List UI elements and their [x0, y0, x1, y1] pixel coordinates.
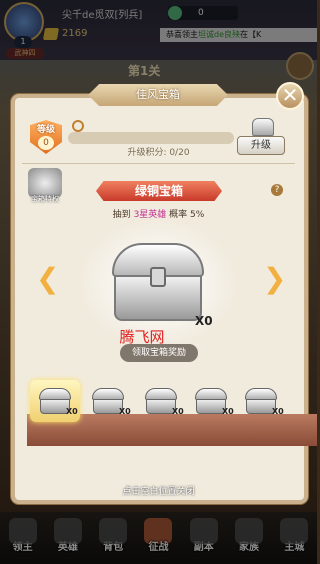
search-icon — [72, 120, 84, 132]
featured-chest[interactable] — [112, 243, 204, 323]
chest-slot-count: X0 — [66, 407, 78, 416]
dismiss-hint: 点击空白位置关闭 — [122, 487, 195, 497]
odds-prefix: 抽到 — [112, 210, 131, 220]
chest-slot[interactable]: X0 — [236, 380, 286, 422]
chest-slot-count: X0 — [222, 407, 234, 416]
chest-slot[interactable]: X0 — [186, 380, 236, 422]
chest-privilege-label: 宝箱特权 — [31, 195, 59, 203]
next-chest-arrow-icon[interactable]: ❯ — [263, 265, 286, 293]
claim-reward-button[interactable]: 领取宝箱奖励 — [120, 344, 198, 362]
chest-slot[interactable]: X0 — [136, 380, 186, 422]
level-word: 等级 — [36, 125, 55, 135]
close-icon[interactable]: ✕ — [276, 82, 304, 110]
featured-chest-count: X0 — [195, 314, 213, 328]
chest-slot[interactable]: X0 — [30, 380, 80, 422]
help-icon[interactable]: ? — [271, 184, 283, 196]
divider — [22, 163, 295, 164]
dialog-title: 佳风宝箱 — [88, 84, 228, 106]
chest-name-banner: 绿铜宝箱 — [96, 181, 222, 201]
chest-slot-count: X0 — [119, 407, 131, 416]
prev-chest-arrow-icon[interactable]: ❮ — [36, 265, 59, 293]
chest-icon — [252, 118, 274, 136]
chest-slot-count: X0 — [172, 407, 184, 416]
upgrade-points-text: 升级积分: 0/20 — [127, 148, 190, 158]
chest-slot[interactable]: X0 — [83, 380, 133, 422]
chest-slot-count: X0 — [272, 407, 284, 416]
lock-icon — [150, 267, 166, 287]
upgrade-progress-bar — [68, 132, 234, 144]
